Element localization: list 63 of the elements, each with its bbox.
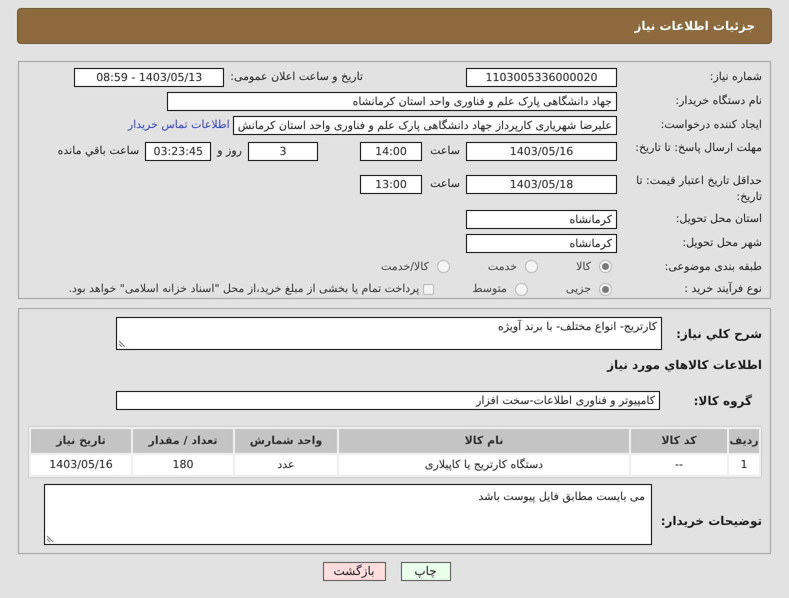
remaining-label: ساعت باقي مانده xyxy=(58,143,140,160)
text-field[interactable]: علیرضا شهریاری کارپرداز جهاد دانشگاهی پارک علم و فناوری واحد استان کرمانش xyxy=(232,116,617,135)
field-label: مهلت ارسال پاسخ: تا تاریخ: xyxy=(634,140,762,156)
radio-label: متوسط xyxy=(472,281,507,298)
column-header: واحد شمارش xyxy=(235,429,337,453)
column-header: ردیف xyxy=(729,429,759,453)
field-label: شماره نیاز: xyxy=(708,69,762,86)
text-field[interactable]: 3 xyxy=(248,142,318,161)
payment-note: پرداخت تمام یا بخشی از مبلغ خرید،از محل "اسناد خزانه اسلامی" خواهد بود. xyxy=(68,281,420,298)
buyer-notes-textarea[interactable]: می بایست مطابق فایل پیوست باشد xyxy=(44,484,652,545)
resize-grip-icon xyxy=(47,534,55,542)
section-heading: اطلاعات كالاهاي مورد نياز xyxy=(606,357,762,374)
back-button[interactable]: بازگشت xyxy=(322,562,386,581)
text-field[interactable]: کامپیوتر و فناوری اطلاعات-سخت افزار xyxy=(116,391,660,410)
field-label: شهر محل تحویل: xyxy=(681,235,762,252)
radio-label: کالا xyxy=(576,258,591,275)
text-field[interactable]: 1403/05/16 xyxy=(466,142,617,161)
time-label: ساعت xyxy=(429,143,460,160)
table-cell: 180 xyxy=(133,455,233,475)
column-header: کد کالا xyxy=(631,429,727,453)
table-cell: عدد xyxy=(235,455,337,475)
checkbox[interactable] xyxy=(423,284,434,295)
column-header: تاریخ نیاز xyxy=(31,429,131,453)
field-label: گروه کالا: xyxy=(692,392,753,410)
column-header: تعداد / مقدار xyxy=(133,429,233,453)
text-field[interactable]: جهاد دانشگاهی پارک علم و فناوری واحد استان کرمانشاه xyxy=(167,92,617,111)
text-field[interactable]: کرمانشاه xyxy=(466,234,617,254)
column-header: نام کالا xyxy=(339,429,629,453)
radio-button[interactable] xyxy=(599,282,612,296)
field-label: شرح کلي نياز: xyxy=(675,326,762,342)
field-label: ایجاد کننده درخواست: xyxy=(660,117,762,134)
field-label: تاریخ و ساعت اعلان عمومی: xyxy=(230,69,364,86)
text-field[interactable]: 13:00 xyxy=(360,175,422,194)
field-label: حداقل تاریخ اعتبار قیمت: تا تاریخ: xyxy=(635,173,762,206)
print-button[interactable]: چاپ xyxy=(400,562,450,581)
field-label: نام دستگاه خریدار: xyxy=(674,93,762,110)
text-field[interactable]: 14:00 xyxy=(360,142,422,161)
field-label: طبقه بندی موضوعی: xyxy=(664,258,762,275)
text-field[interactable]: 1403/05/13 - 08:59 xyxy=(74,68,224,87)
buyer-contact-link[interactable]: اطلاعات تماس خریدار xyxy=(128,117,230,134)
radio-button[interactable] xyxy=(514,282,528,296)
table-cell: 1 xyxy=(729,455,759,475)
field-label: توضیحات خریدار: xyxy=(660,512,762,530)
radio-label: جزیی xyxy=(566,281,591,298)
text-field[interactable]: کرمانشاه xyxy=(466,210,617,230)
radio-label: کالا/خدمت xyxy=(381,258,429,275)
radio-label: خدمت xyxy=(488,258,518,275)
table-cell: -- xyxy=(631,455,727,475)
description-textarea[interactable]: کارتریج- انواع مختلف- با برند آویژه xyxy=(116,317,662,350)
countdown-field[interactable]: 03:23:45 xyxy=(145,142,212,161)
radio-button[interactable] xyxy=(436,260,450,274)
radio-button[interactable] xyxy=(525,260,538,274)
field-label: نوع فرآیند خرید : xyxy=(683,281,762,298)
radio-button[interactable] xyxy=(599,260,612,274)
time-label: ساعت xyxy=(429,176,460,192)
resize-grip-icon xyxy=(119,339,127,347)
page-title: جزئیات اطلاعات نیاز xyxy=(634,18,755,35)
text-field[interactable]: 1103005336000020 xyxy=(466,68,617,87)
table-cell: دستگاه کارتریج یا کاپیلاری xyxy=(339,455,629,475)
table-cell: 1403/05/16 xyxy=(31,455,131,475)
field-label: استان محل تحویل: xyxy=(674,211,762,228)
days-label: روز و xyxy=(217,143,242,160)
text-field[interactable]: 1403/05/18 xyxy=(466,175,617,194)
